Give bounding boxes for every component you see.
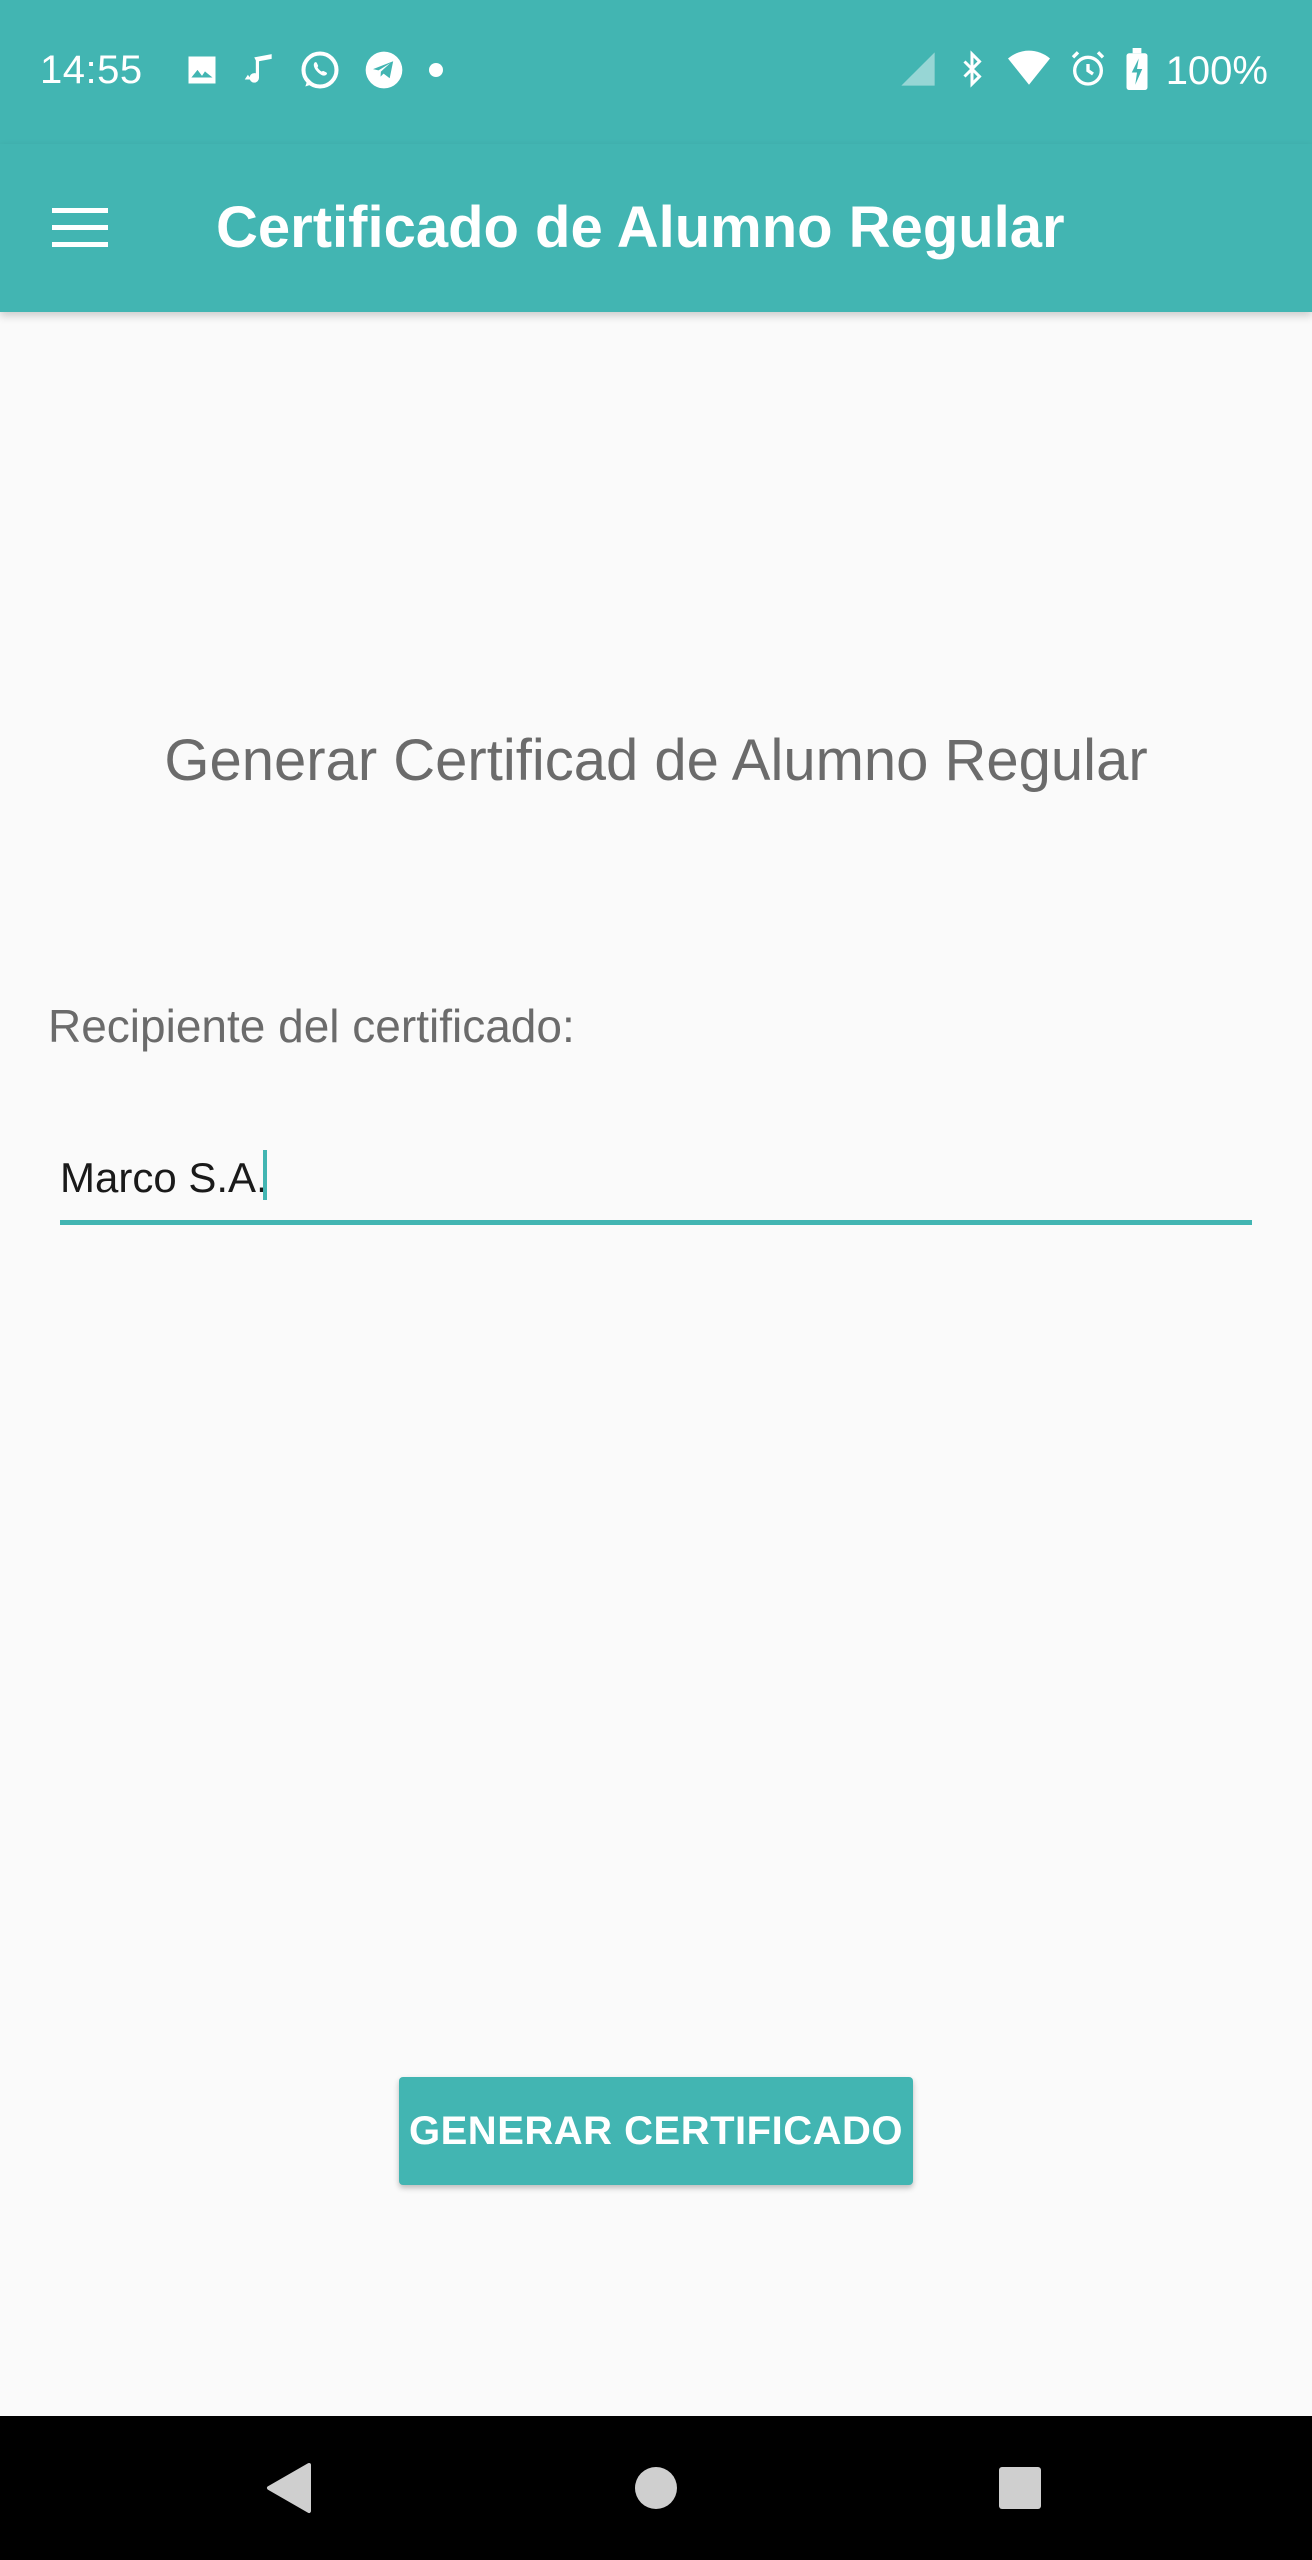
recents-button[interactable] xyxy=(970,2438,1070,2538)
battery-charging-icon xyxy=(1124,47,1150,95)
page-heading: Generar Certificad de Alumno Regular xyxy=(164,728,1148,793)
back-button[interactable] xyxy=(238,2438,338,2538)
back-icon xyxy=(267,2463,311,2513)
app-title: Certificado de Alumno Regular xyxy=(216,195,1065,260)
whatsapp-icon xyxy=(298,48,342,97)
text-cursor xyxy=(263,1150,267,1200)
wifi-icon xyxy=(1006,48,1052,95)
navigation-bar xyxy=(0,2416,1312,2560)
recipient-input[interactable] xyxy=(60,1136,1252,1220)
hamburger-menu-icon xyxy=(52,208,108,247)
notification-icons xyxy=(184,50,446,94)
recipient-input-container xyxy=(60,1136,1252,1225)
image-icon xyxy=(184,52,220,93)
status-time: 14:55 xyxy=(40,48,143,92)
alarm-icon xyxy=(1068,49,1108,94)
more-dot-icon xyxy=(426,60,446,85)
app-bar: Certificado de Alumno Regular xyxy=(0,144,1312,312)
telegram-icon xyxy=(362,48,406,97)
main-content: Generar Certificad de Alumno Regular Rec… xyxy=(0,312,1312,2416)
battery-percent: 100% xyxy=(1165,49,1268,93)
generate-certificate-button[interactable]: GENERAR CERTIFICADO xyxy=(399,2077,913,2185)
bluetooth-icon xyxy=(954,48,990,95)
recents-icon xyxy=(999,2467,1041,2509)
status-bar: 14:55 100% xyxy=(0,0,1312,144)
music-icon xyxy=(240,51,278,94)
system-status-icons: 100% xyxy=(898,46,1268,96)
menu-button[interactable] xyxy=(40,188,120,268)
home-button[interactable] xyxy=(606,2438,706,2538)
signal-icon xyxy=(898,49,938,94)
home-icon xyxy=(635,2467,677,2509)
recipient-label: Recipiente del certificado: xyxy=(48,1000,575,1052)
